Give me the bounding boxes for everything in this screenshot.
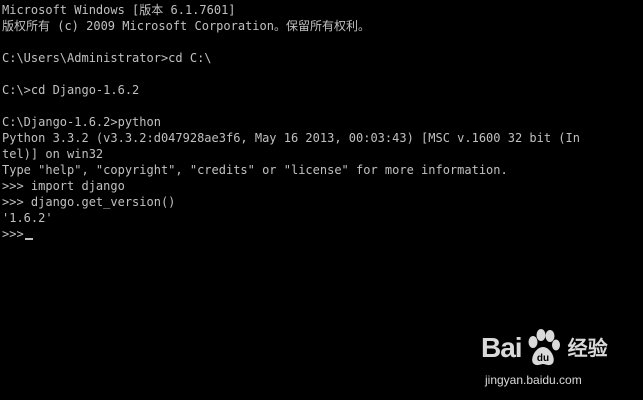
console-line-9: Python 3.3.2 (v3.3.2:d047928ae3f6, May 1… <box>2 131 580 145</box>
console-prompt: >>> <box>2 227 24 241</box>
console-line-11: Type "help", "copyright", "credits" or "… <box>2 163 508 177</box>
text-cursor <box>24 238 33 240</box>
console-prompt-line[interactable]: >>> <box>2 226 643 242</box>
console-line-3 <box>2 34 643 50</box>
watermark-url: jingyan.baidu.com <box>485 373 582 387</box>
console-line-10: tel)] on win32 <box>2 147 104 161</box>
console-line-6: C:\>cd Django-1.6.2 <box>2 83 140 97</box>
console-line-8: C:\Django-1.6.2>python <box>2 115 161 129</box>
console-line-1: Microsoft Windows [版本 6.1.7601] <box>2 3 236 17</box>
console-window[interactable]: Microsoft Windows [版本 6.1.7601] 版权所有 (c)… <box>0 0 643 400</box>
console-line-7 <box>2 98 643 114</box>
console-line-5 <box>2 66 643 82</box>
watermark-logo: Bai du 经验 <box>481 324 631 372</box>
console-line-13: >>> django.get_version() <box>2 195 176 209</box>
watermark-brand-left: Bai <box>481 332 523 363</box>
baidu-paw-icon: du <box>528 329 560 366</box>
svg-text:du: du <box>536 353 548 364</box>
console-line-12: >>> import django <box>2 179 125 193</box>
console-line-2: 版权所有 (c) 2009 Microsoft Corporation。保留所有… <box>2 19 370 33</box>
watermark-brand-right: 经验 <box>567 336 608 360</box>
console-line-4: C:\Users\Administrator>cd C:\ <box>2 51 212 65</box>
baidu-jingyan-watermark: Bai du 经验 jingyan.baidu.com <box>481 324 631 394</box>
console-line-14: '1.6.2' <box>2 211 53 225</box>
